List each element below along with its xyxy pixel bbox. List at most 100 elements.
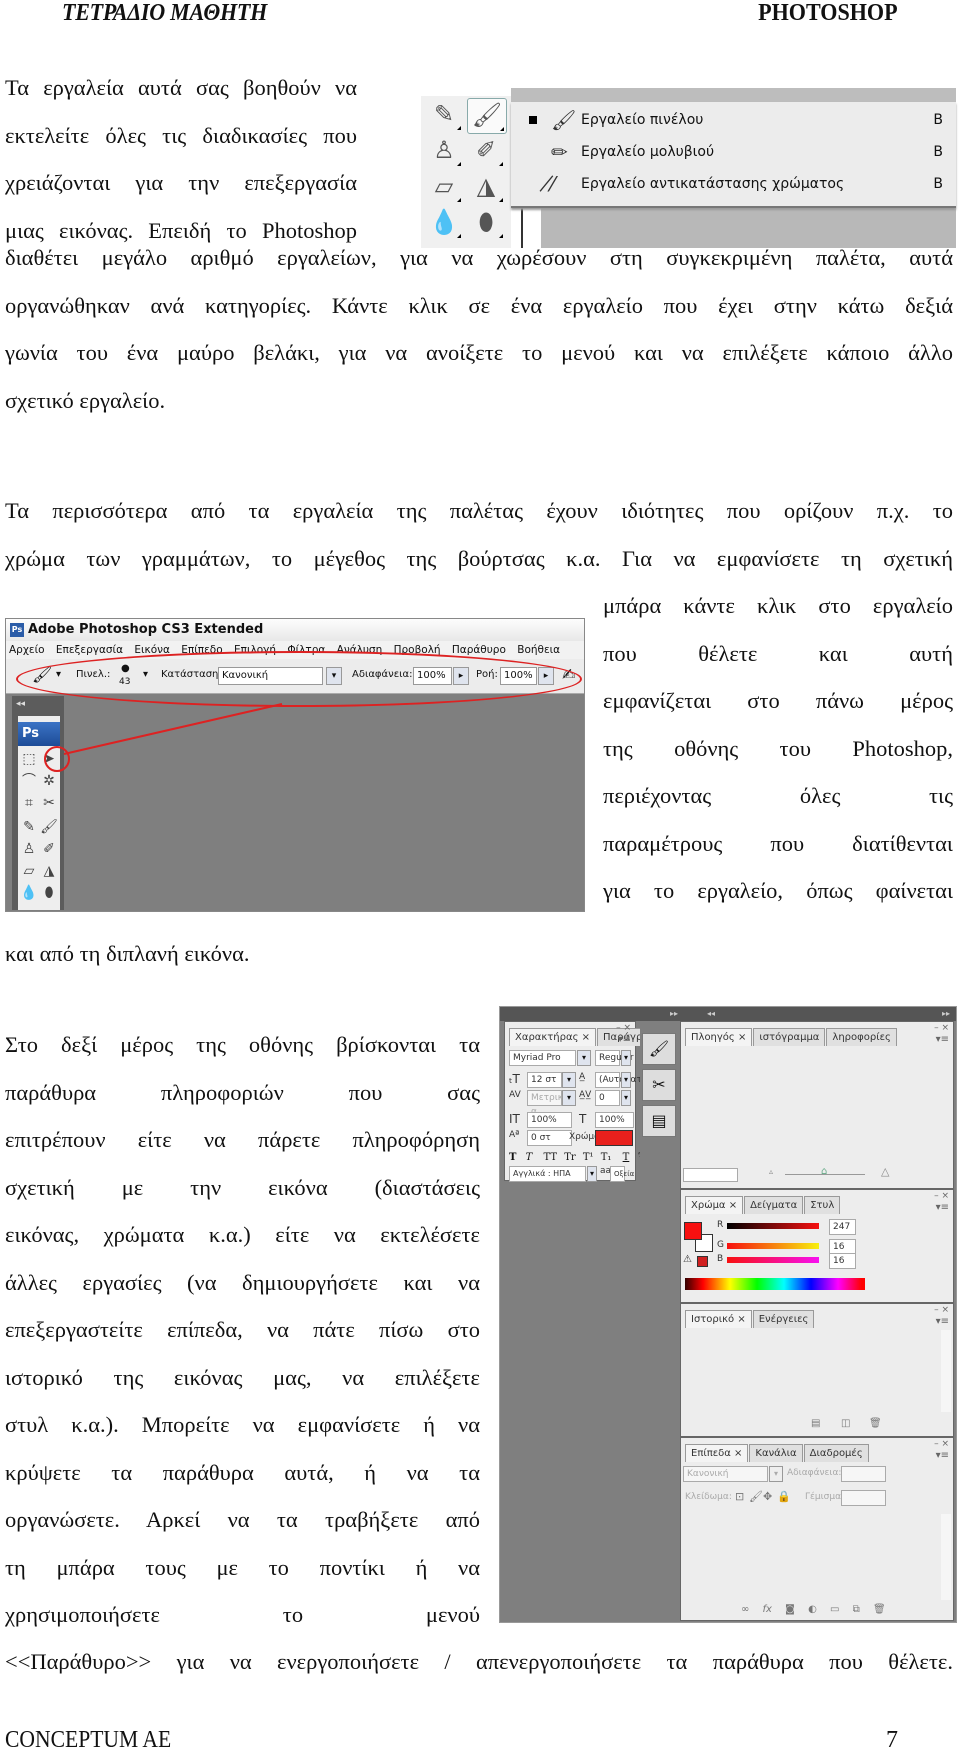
tab-layers[interactable]: Επίπεδα ×	[685, 1444, 749, 1462]
horizontal-scale-input[interactable]: 100%	[595, 1112, 634, 1128]
chevron-down-icon[interactable]: ▾	[562, 1090, 576, 1106]
foreground-color-swatch[interactable]	[684, 1222, 702, 1240]
antialias-select[interactable]: Οξεία	[610, 1166, 634, 1182]
chevron-down-icon[interactable]: ▾	[562, 1072, 576, 1088]
red-input[interactable]: 247	[829, 1219, 856, 1235]
leading-input[interactable]: (Αυτόματ	[595, 1072, 642, 1088]
language-select[interactable]: Αγγλικά : ΗΠΑ	[509, 1166, 586, 1182]
zoom-out-icon[interactable]: ▵	[769, 1167, 773, 1176]
zoom-input[interactable]	[683, 1168, 738, 1182]
tracking-input[interactable]: 0	[595, 1090, 620, 1106]
kerning-input[interactable]: Μετρικό α	[527, 1090, 569, 1117]
blur-drop-icon[interactable]: 💧	[425, 206, 463, 240]
small-caps-button[interactable]: Tr	[564, 1152, 575, 1163]
tab-channels[interactable]: Κανάλια	[749, 1444, 803, 1462]
tab-color[interactable]: Χρώμα ×	[685, 1196, 744, 1214]
tab-navigator[interactable]: Πλοηγός ×	[685, 1028, 753, 1046]
color-spectrum-ramp[interactable]	[685, 1278, 865, 1290]
panel-menu-icon[interactable]: ▾≡	[936, 1450, 949, 1461]
panel-menu-icon[interactable]: ▾≡	[936, 1316, 949, 1327]
collapse-icon[interactable]: ◂◂	[707, 1007, 715, 1021]
panel-menu-icon[interactable]: ▾≡	[618, 1034, 631, 1045]
font-style-select[interactable]: Regular	[595, 1050, 634, 1066]
all-caps-button[interactable]: TT	[544, 1152, 558, 1163]
underline-button[interactable]: T	[623, 1152, 630, 1163]
tab-character[interactable]: Χαρακτήρας ×	[509, 1028, 596, 1046]
new-snapshot-icon[interactable]: ◫	[841, 1418, 850, 1429]
tab-styles[interactable]: Στυλ	[804, 1196, 841, 1214]
flyout-item-color-replacement[interactable]: ⁄̸ Εργαλείο αντικατάστασης χρώματος B	[511, 170, 951, 200]
font-size-input[interactable]: 12 στ	[527, 1072, 562, 1088]
chevron-down-icon[interactable]: ▾	[769, 1466, 783, 1482]
zoom-in-icon[interactable]: △	[881, 1165, 889, 1178]
blue-slider[interactable]	[727, 1257, 819, 1263]
history-scrollbar[interactable]	[941, 1330, 951, 1412]
flyout-item-brush[interactable]: 🖌 Εργαλείο πινέλου B	[511, 106, 951, 136]
layer-mask-icon[interactable]: ◙	[785, 1604, 795, 1615]
clone-stamp-icon[interactable]: ♙	[425, 134, 463, 168]
layers-scrollbar[interactable]	[941, 1514, 951, 1600]
history-brush-icon[interactable]: ✐	[467, 134, 505, 168]
close-icon[interactable]: – ×	[934, 1191, 949, 1201]
tab-swatches[interactable]: Δείγματα	[744, 1196, 804, 1214]
chevron-down-icon[interactable]: ▾	[621, 1050, 631, 1066]
font-family-select[interactable]: Myriad Pro	[509, 1050, 576, 1066]
adjustment-layer-icon[interactable]: ◐	[808, 1604, 817, 1615]
faux-bold-button[interactable]: T	[509, 1152, 516, 1163]
superscript-button[interactable]: T¹	[583, 1152, 594, 1163]
expand-icon[interactable]: ▸▸	[670, 1007, 678, 1021]
chevron-down-icon[interactable]: ▾	[587, 1166, 597, 1182]
close-icon[interactable]: – ×	[934, 1305, 949, 1315]
paint-bucket-icon[interactable]: ◮	[467, 170, 505, 204]
tab-actions[interactable]: Ενέργειες	[752, 1310, 815, 1328]
new-layer-icon[interactable]: ⧉	[853, 1604, 860, 1615]
lock-transparency-icon[interactable]: ⊡	[735, 1490, 744, 1503]
blend-mode-select[interactable]: Κανονική	[683, 1466, 768, 1482]
trash-icon[interactable]: 🗑	[869, 1418, 882, 1429]
sponge-icon[interactable]: ⬮	[467, 206, 505, 240]
green-slider[interactable]	[727, 1243, 819, 1249]
lock-pixels-icon[interactable]: 🖌	[749, 1490, 763, 1503]
lock-position-icon[interactable]: ✥	[763, 1490, 772, 1503]
flyout-item-pencil[interactable]: ✏ Εργαλείο μολυβιού B	[511, 138, 951, 168]
tool-presets-icon[interactable]: ✂	[642, 1069, 676, 1101]
panel-menu-icon[interactable]: ▾≡	[936, 1202, 949, 1213]
text-color-swatch[interactable]	[595, 1130, 633, 1146]
new-group-icon[interactable]: ▭	[830, 1604, 839, 1615]
tab-histogram[interactable]: ιστόγραμμα	[753, 1028, 826, 1046]
tab-info[interactable]: ληροφορίες	[826, 1028, 897, 1046]
gamut-color-swatch[interactable]	[697, 1256, 708, 1267]
trash-icon[interactable]: 🗑	[873, 1604, 886, 1615]
layer-comps-icon[interactable]: ▤	[642, 1105, 676, 1137]
lock-all-icon[interactable]: 🔒	[777, 1490, 791, 1503]
panel-menu-icon[interactable]: ▾≡	[936, 1034, 949, 1045]
layer-style-icon[interactable]: fx	[763, 1604, 772, 1615]
chevron-down-icon[interactable]: ▾	[621, 1072, 631, 1088]
baseline-shift-input[interactable]: 0 στ	[527, 1130, 572, 1146]
expand-icon[interactable]: ▸▸	[942, 1007, 950, 1021]
blue-input[interactable]: 16	[829, 1253, 856, 1269]
close-icon[interactable]: – ×	[934, 1439, 949, 1449]
red-slider[interactable]	[727, 1223, 819, 1229]
new-document-from-state-icon[interactable]: ▤	[811, 1418, 820, 1429]
link-layers-icon[interactable]: ∞	[741, 1604, 749, 1615]
chevron-down-icon[interactable]: ▾	[621, 1090, 631, 1106]
fill-input[interactable]	[841, 1490, 886, 1506]
faux-italic-button[interactable]: T	[526, 1152, 533, 1163]
opacity-input[interactable]	[841, 1466, 886, 1482]
eraser-icon[interactable]: ▱	[425, 170, 463, 204]
brush-tool-icon[interactable]: 🖌	[467, 98, 507, 134]
healing-brush-icon[interactable]: ✎	[425, 98, 463, 132]
close-icon[interactable]: – ×	[934, 1023, 949, 1033]
tab-history[interactable]: Ιστορικό ×	[685, 1310, 752, 1328]
tab-paths[interactable]: Διαδρομές	[803, 1444, 869, 1462]
zoom-slider-thumb[interactable]: ⌂	[821, 1166, 827, 1177]
brushes-icon[interactable]: 🖌	[642, 1033, 676, 1065]
text-line: στυλ κ.α.). Μπορείτε να εμφανίσετε ή να	[5, 1412, 480, 1437]
subscript-button[interactable]: T₁	[601, 1152, 612, 1163]
close-icon[interactable]: – ×	[616, 1023, 631, 1033]
warning-icon[interactable]: ⚠	[683, 1254, 692, 1265]
chevron-down-icon[interactable]: ▾	[577, 1050, 591, 1066]
panel-icons-strip: 🖌 ✂ ▤	[640, 1021, 678, 1621]
vertical-scale-input[interactable]: 100%	[527, 1112, 572, 1128]
